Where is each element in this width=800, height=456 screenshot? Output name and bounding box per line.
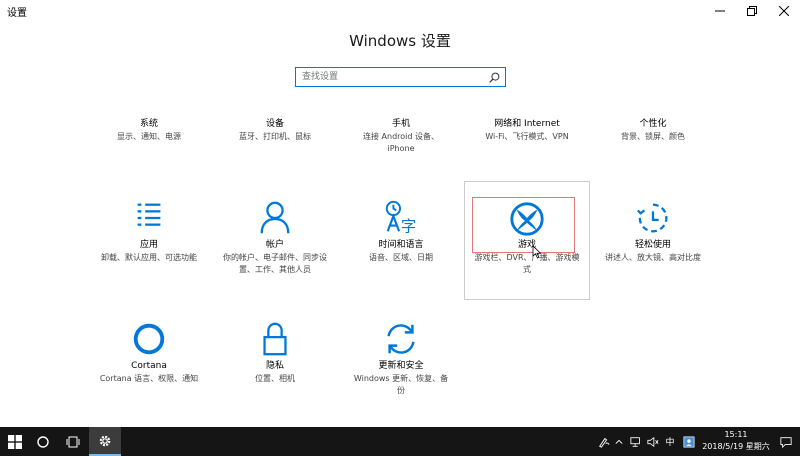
time-language-icon: 字 bbox=[385, 200, 416, 235]
tile-time-language[interactable]: 字 时间和语言 语音、区域、日期 bbox=[338, 181, 464, 299]
restore-button[interactable] bbox=[736, 0, 768, 22]
cortana-circle-icon bbox=[37, 435, 49, 448]
pen-ink-icon bbox=[599, 437, 610, 448]
tile-desc: 卸载、默认应用、可选功能 bbox=[101, 253, 197, 262]
clock[interactable]: 15:11 2018/5/19 星期六 bbox=[700, 429, 772, 453]
ime-indicator[interactable]: 中 bbox=[663, 427, 677, 456]
tile-desc: 蓝牙、打印机、鼠标 bbox=[239, 132, 311, 141]
tile-update-security[interactable]: 更新和安全 Windows 更新、恢复、备份 bbox=[338, 302, 464, 412]
tile-desc: 连接 Android 设备、iPhone bbox=[362, 132, 439, 153]
tile-desc: 游戏栏、DVR、广播、游戏模式 bbox=[474, 253, 580, 274]
clock-time: 15:11 bbox=[724, 430, 748, 439]
close-icon bbox=[779, 6, 789, 16]
update-icon bbox=[387, 324, 415, 354]
close-button[interactable] bbox=[768, 0, 800, 22]
ease-of-access-icon bbox=[636, 203, 668, 233]
windows-logo-icon bbox=[8, 434, 22, 449]
tile-phone[interactable]: 手机 连接 Android 设备、iPhone bbox=[338, 118, 464, 155]
tile-desc: 显示、通知、电源 bbox=[117, 132, 181, 141]
tile-system[interactable]: 系统 显示、通知、电源 bbox=[86, 118, 212, 143]
tile-personalization[interactable]: 个性化 背景、锁屏、颜色 bbox=[590, 118, 716, 143]
tile-desc: 背景、锁屏、颜色 bbox=[621, 132, 685, 141]
tile-desc: 你的帐户、电子邮件、同步设置、工作、其他人员 bbox=[223, 253, 327, 274]
user-card-icon bbox=[683, 436, 695, 447]
tile-devices[interactable]: 设备 蓝牙、打印机、鼠标 bbox=[212, 118, 338, 143]
tile-ease-of-access[interactable]: 轻松使用 讲述人、放大镜、高对比度 bbox=[590, 181, 716, 299]
task-view-button[interactable] bbox=[58, 427, 88, 456]
xbox-icon bbox=[510, 202, 544, 236]
tile-network[interactable]: 网络和 Internet Wi-Fi、飞行模式、VPN bbox=[464, 118, 590, 143]
tile-apps[interactable]: 应用 卸载、默认应用、可选功能 bbox=[86, 181, 212, 299]
minimize-icon bbox=[715, 10, 725, 12]
tile-name: 游戏 bbox=[517, 240, 536, 250]
task-view-icon bbox=[66, 436, 80, 447]
tile-name: 手机 bbox=[391, 119, 410, 129]
speaker-mute-icon bbox=[647, 436, 659, 447]
search-box[interactable] bbox=[295, 67, 506, 87]
tile-desc: 语音、区域、日期 bbox=[369, 253, 433, 262]
tray-network[interactable] bbox=[628, 427, 644, 456]
tray-expand[interactable] bbox=[612, 427, 626, 456]
tile-name: 个性化 bbox=[639, 119, 667, 129]
tile-desc: 讲述人、放大镜、高对比度 bbox=[605, 253, 701, 262]
svg-text:字: 字 bbox=[401, 217, 416, 235]
tile-accounts[interactable]: 帐户 你的帐户、电子邮件、同步设置、工作、其他人员 bbox=[212, 181, 338, 299]
tile-name: 隐私 bbox=[265, 361, 284, 371]
title-bar: 设置 bbox=[0, 0, 800, 22]
action-center-button[interactable] bbox=[778, 427, 794, 456]
tile-gaming[interactable]: 游戏 游戏栏、DVR、广播、游戏模式 bbox=[464, 181, 590, 300]
network-icon bbox=[630, 436, 640, 447]
tile-desc: Cortana 语言、权限、通知 bbox=[99, 374, 199, 383]
cortana-icon bbox=[133, 323, 165, 355]
tray-app[interactable] bbox=[681, 427, 697, 456]
tray-volume[interactable] bbox=[645, 427, 661, 456]
notification-icon bbox=[780, 436, 792, 448]
clock-date: 2018/5/19 星期六 bbox=[702, 442, 770, 451]
restore-icon bbox=[747, 6, 757, 16]
tray-pen-icon-area[interactable] bbox=[596, 427, 612, 456]
tile-name: 时间和语言 bbox=[378, 240, 424, 250]
tile-name: 应用 bbox=[139, 240, 158, 250]
page-title: Windows 设置 bbox=[349, 32, 451, 50]
search-icon[interactable] bbox=[489, 72, 500, 83]
tile-desc: Windows 更新、恢复、备份 bbox=[353, 374, 449, 395]
person-icon bbox=[260, 201, 290, 234]
tile-name: 更新和安全 bbox=[378, 361, 424, 371]
minimize-button[interactable] bbox=[704, 0, 736, 22]
tile-name: 网络和 Internet bbox=[494, 119, 560, 129]
mouse-cursor-icon bbox=[532, 245, 542, 259]
tile-privacy[interactable]: 隐私 位置、相机 bbox=[212, 302, 338, 412]
chevron-up-icon bbox=[615, 439, 623, 444]
gear-icon bbox=[99, 435, 111, 446]
tile-name: Cortana bbox=[131, 361, 167, 371]
tile-name: 帐户 bbox=[265, 240, 284, 250]
taskbar: 中 15:11 2018/5/19 星期六 bbox=[0, 427, 800, 456]
tile-cortana[interactable]: Cortana Cortana 语言、权限、通知 bbox=[86, 302, 212, 412]
start-button[interactable] bbox=[0, 427, 30, 456]
tile-name: 系统 bbox=[139, 119, 158, 129]
search-input[interactable] bbox=[296, 68, 482, 86]
tile-name: 轻松使用 bbox=[634, 240, 671, 250]
window-title: 设置 bbox=[7, 8, 27, 19]
tile-desc: 位置、相机 bbox=[255, 374, 295, 383]
apps-list-icon bbox=[137, 203, 161, 226]
tile-name: 设备 bbox=[265, 119, 284, 129]
tile-desc: Wi-Fi、飞行模式、VPN bbox=[485, 132, 569, 141]
lock-icon bbox=[263, 322, 287, 356]
cortana-search-button[interactable] bbox=[28, 427, 58, 456]
taskbar-settings-app[interactable] bbox=[89, 427, 121, 456]
